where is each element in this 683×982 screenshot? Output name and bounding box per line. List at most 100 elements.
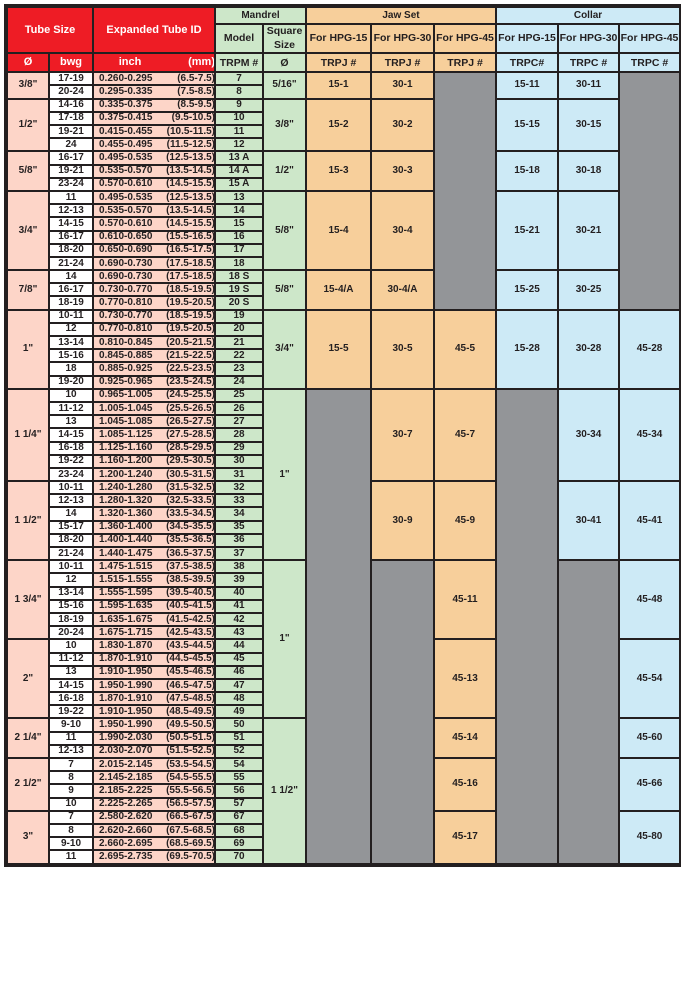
trpm-cell: 67 [214,809,264,825]
bwg-cell: 19-22 [48,453,94,469]
header-inch: inch [118,56,142,69]
expanded-id-cell: 0.650-0.690 (16.5-17.5) [92,242,216,258]
inch-range: 1.240-1.280 [99,481,153,493]
bwg-cell: 11 [48,730,94,746]
bwg-cell: 15-16 [48,598,94,614]
tube-size-cell: 3/4" [6,189,50,272]
inch-range: 1.870-1.910 [99,653,153,665]
inch-range: 1.475-1.515 [99,560,153,572]
bwg-cell: 13 [48,664,94,680]
bwg-cell: 12-13 [48,203,94,219]
mm-range: (66.5-67.5) [166,811,215,823]
header-jaw-hpg15: For HPG-15 [305,22,372,55]
mm-range: (69.5-70.5) [166,850,215,862]
bwg-cell: 10 [48,796,94,812]
trpm-cell: 15 [214,216,264,232]
trpm-cell: 41 [214,598,264,614]
expanded-id-cell: 1.320-1.360 (33.5-34.5) [92,506,216,522]
trpm-cell: 14 A [214,163,264,179]
header-expanded-tube-id: Expanded Tube ID [92,5,216,55]
bwg-cell: 13-14 [48,335,94,351]
collar-hpg45-cell: 45-48 [618,559,682,641]
expanded-id-cell: 0.295-0.335 (7.5-8.5) [92,84,216,100]
not-available-cell [305,387,372,865]
expanded-id-cell: 0.690-0.730 (17.5-18.5) [92,255,216,272]
expanded-id-cell: 1.635-1.675 (41.5-42.5) [92,611,216,628]
bwg-cell: 8 [48,822,94,839]
trpm-cell: 54 [214,757,264,773]
bwg-cell: 7 [48,757,94,773]
not-available-cell [495,387,560,865]
inch-range: 1.910-1.950 [99,705,153,717]
tube-size-cell: 3" [6,809,50,865]
bwg-cell: 9 [48,783,94,799]
mm-range: (38.5-39.5) [166,574,215,585]
tube-size-cell: 1 1/2" [6,480,50,562]
square-size-cell: 5/16" [262,71,307,100]
trpm-cell: 12 [214,137,264,153]
not-available-cell [618,71,682,311]
square-size-cell: 1 1/2" [262,717,307,865]
trpm-cell: 44 [214,638,264,654]
mm-range: (14.5-15.5) [166,178,215,190]
header-mandrel: Mandrel [214,6,307,25]
jaw-hpg15-cell: 15-4/A [305,269,372,311]
expanded-id-cell: 0.965-1.005 (24.5-25.5) [92,387,216,403]
collar-hpg15-cell: 15-25 [495,269,560,311]
expanded-id-cell: 0.455-0.495 (11.5-12.5) [92,137,216,153]
not-available-cell [370,559,435,865]
expanded-id-cell: 0.845-0.885 (21.5-22.5) [92,348,216,364]
collar-hpg15-cell: 15-18 [495,150,560,192]
trpm-cell: 30 [214,453,264,469]
mm-range: (26.5-27.5) [166,415,215,427]
mm-range: (34.5-35.5) [166,521,215,533]
header-trpj-45: TRPJ # [432,52,498,74]
inch-range: 1.085-1.125 [99,428,153,440]
mm-range: (12.5-13.5) [166,191,215,203]
jaw-hpg45-cell: 45-5 [432,308,498,390]
expanded-id-cell: 1.910-1.950 (45.5-46.5) [92,664,216,680]
jaw-hpg30-cell: 30-2 [370,97,435,153]
mm-range: (55.5-56.5) [166,785,215,796]
header-jaw-hpg45: For HPG-45 [432,22,498,55]
mm-range: (13.5-14.5) [166,165,215,177]
jaw-hpg30-cell: 30-4 [370,189,435,272]
inch-range: 2.030-2.070 [99,745,153,757]
bwg-cell: 21-24 [48,546,94,562]
expanded-id-cell: 0.925-0.965 (23.5-24.5) [92,374,216,390]
tube-size-cell: 1/2" [6,97,50,153]
bwg-cell: 14-15 [48,216,94,232]
mm-range: (43.5-44.5) [166,639,215,651]
tube-size-cell: 2 1/4" [6,717,50,760]
mm-range: (50.5-51.5) [166,732,215,744]
bwg-cell: 16-17 [48,229,94,245]
jaw-hpg45-cell: 45-11 [432,559,498,641]
jaw-hpg30-cell: 30-7 [370,387,435,483]
bwg-cell: 14-15 [48,427,94,443]
inch-range: 1.005-1.045 [99,402,153,414]
trpm-cell: 13 [214,189,264,206]
mm-range: (17.5-18.5) [166,257,215,269]
expanded-id-cell: 1.950-1.990 (49.5-50.5) [92,717,216,733]
inch-range: 2.580-2.620 [99,811,153,823]
expanded-id-cell: 1.200-1.240 (30.5-31.5) [92,466,216,483]
mm-range: (35.5-36.5) [166,534,215,546]
mm-range: (54.5-55.5) [166,771,215,783]
collar-hpg30-cell: 30-11 [557,71,621,100]
expanded-id-cell: 0.375-0.415 (9.5-10.5) [92,110,216,127]
inch-range: 1.200-1.240 [99,468,153,480]
trpm-cell: 35 [214,519,264,535]
bwg-cell: 14-16 [48,97,94,113]
header-diameter: Ø [6,52,50,74]
inch-range: 1.320-1.360 [99,508,153,520]
bwg-cell: 18-20 [48,532,94,549]
mm-range: (8.5-9.5) [177,99,215,111]
bwg-cell: 15-16 [48,348,94,364]
bwg-cell: 19-21 [48,163,94,179]
bwg-cell: 14 [48,269,94,285]
expanded-id-cell: 0.335-0.375 (8.5-9.5) [92,97,216,113]
trpm-cell: 26 [214,400,264,417]
expanded-id-cell: 0.260-0.295 (6.5-7.5) [92,71,216,87]
bwg-cell: 21-24 [48,255,94,272]
inch-range: 0.335-0.375 [99,99,153,111]
